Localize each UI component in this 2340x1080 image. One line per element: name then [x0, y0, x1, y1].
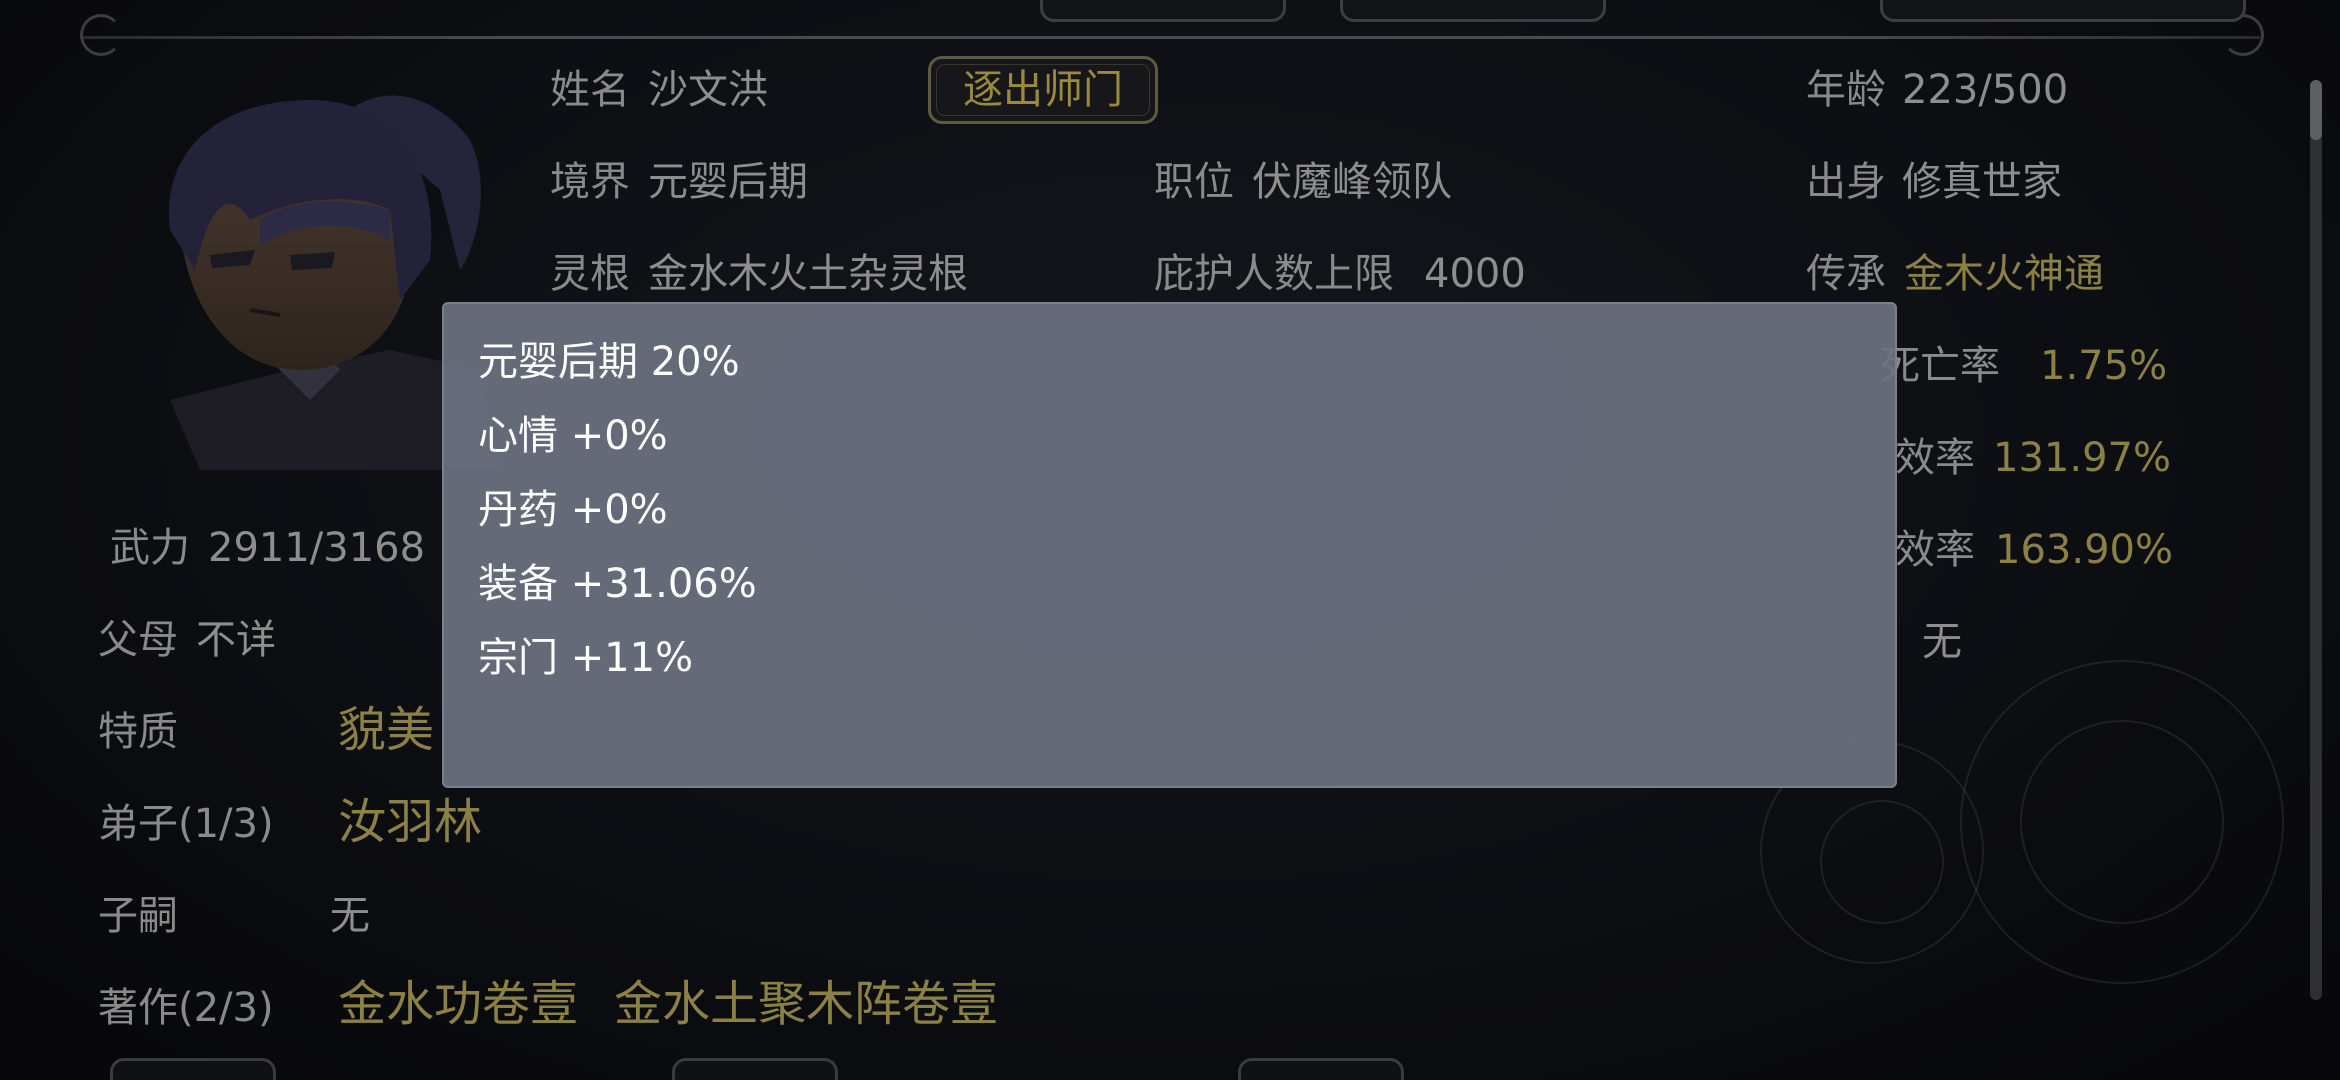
- disciples-label: 弟子(1/3): [98, 801, 274, 847]
- work-link-2[interactable]: 金水土聚木阵卷壹: [614, 978, 998, 1030]
- spirit-root-label: 灵根: [550, 251, 630, 297]
- top-tab-right[interactable]: [1880, 0, 2246, 22]
- name-value: 沙文洪: [648, 67, 768, 113]
- name-label: 姓名: [550, 67, 630, 113]
- trait-label: 特质: [98, 709, 178, 755]
- top-tab-follow[interactable]: [1340, 0, 1606, 22]
- position-label: 职位: [1154, 159, 1234, 205]
- scrollbar[interactable]: [2310, 80, 2322, 1000]
- cultivation-speed-tooltip: 元婴后期 20% 心情 +0% 丹药 +0% 装备 +31.06% 宗门 +11…: [442, 302, 1897, 788]
- age-value: 223/500: [1902, 67, 2069, 113]
- frame-ornament-left-icon: [80, 14, 122, 56]
- top-frame-line: [80, 36, 2260, 39]
- trait-value[interactable]: 貌美: [338, 704, 434, 756]
- inherit-label: 传承: [1806, 251, 1886, 297]
- works-label: 著作(2/3): [98, 985, 274, 1031]
- efficiency-2-label: 效率: [1895, 527, 1975, 573]
- cloud-ornament: [1820, 800, 1944, 924]
- bottom-tab-3[interactable]: [1238, 1058, 1404, 1080]
- parents-value: 不详: [196, 617, 276, 663]
- character-detail-screen: 姓名 沙文洪 逐出师门 年龄 223/500 境界 元婴后期 职位 伏魔峰领队 …: [0, 0, 2340, 1080]
- position-value: 伏魔峰领队: [1252, 159, 1452, 205]
- scrollbar-thumb[interactable]: [2310, 80, 2322, 140]
- age-label: 年龄: [1806, 67, 1886, 113]
- realm-label: 境界: [550, 159, 630, 205]
- protect-limit-value: 4000: [1424, 251, 1526, 297]
- tooltip-row-equipment: 装备 +31.06%: [478, 561, 757, 607]
- origin-label: 出身: [1806, 159, 1886, 205]
- bottom-tab-1[interactable]: [110, 1058, 276, 1080]
- expel-button[interactable]: 逐出师门: [928, 56, 1158, 124]
- tooltip-row-mood: 心情 +0%: [478, 413, 668, 459]
- force-label: 武力: [110, 525, 190, 571]
- cloud-ornament: [2020, 720, 2224, 924]
- tooltip-row-realm: 元婴后期 20%: [478, 339, 740, 385]
- efficiency-1-value: 131.97%: [1993, 435, 2171, 481]
- bottom-tab-2[interactable]: [672, 1058, 838, 1080]
- disciple-link[interactable]: 汝羽林: [338, 796, 482, 848]
- force-value: 2911/3168: [208, 525, 426, 571]
- top-tab-left[interactable]: [1040, 0, 1286, 22]
- death-rate-label: 死亡率: [1880, 343, 2000, 389]
- tooltip-row-sect: 宗门 +11%: [478, 635, 694, 681]
- origin-value: 修真世家: [1902, 159, 2062, 205]
- efficiency-1-label: 效率: [1895, 435, 1975, 481]
- protect-limit-label: 庇护人数上限: [1154, 251, 1394, 297]
- tooltip-row-pill: 丹药 +0%: [478, 487, 668, 533]
- children-value: 无: [330, 893, 370, 939]
- work-link-1[interactable]: 金水功卷壹: [338, 978, 578, 1030]
- efficiency-2-value: 163.90%: [1995, 527, 2173, 573]
- death-rate-value: 1.75%: [2040, 343, 2168, 389]
- dao-value: 无: [1922, 619, 1962, 665]
- inherit-value[interactable]: 金木火神通: [1904, 248, 2104, 300]
- spirit-root-value: 金水木火土杂灵根: [648, 251, 968, 297]
- realm-value: 元婴后期: [648, 159, 808, 205]
- parents-label: 父母: [98, 617, 178, 663]
- children-label: 子嗣: [98, 893, 178, 939]
